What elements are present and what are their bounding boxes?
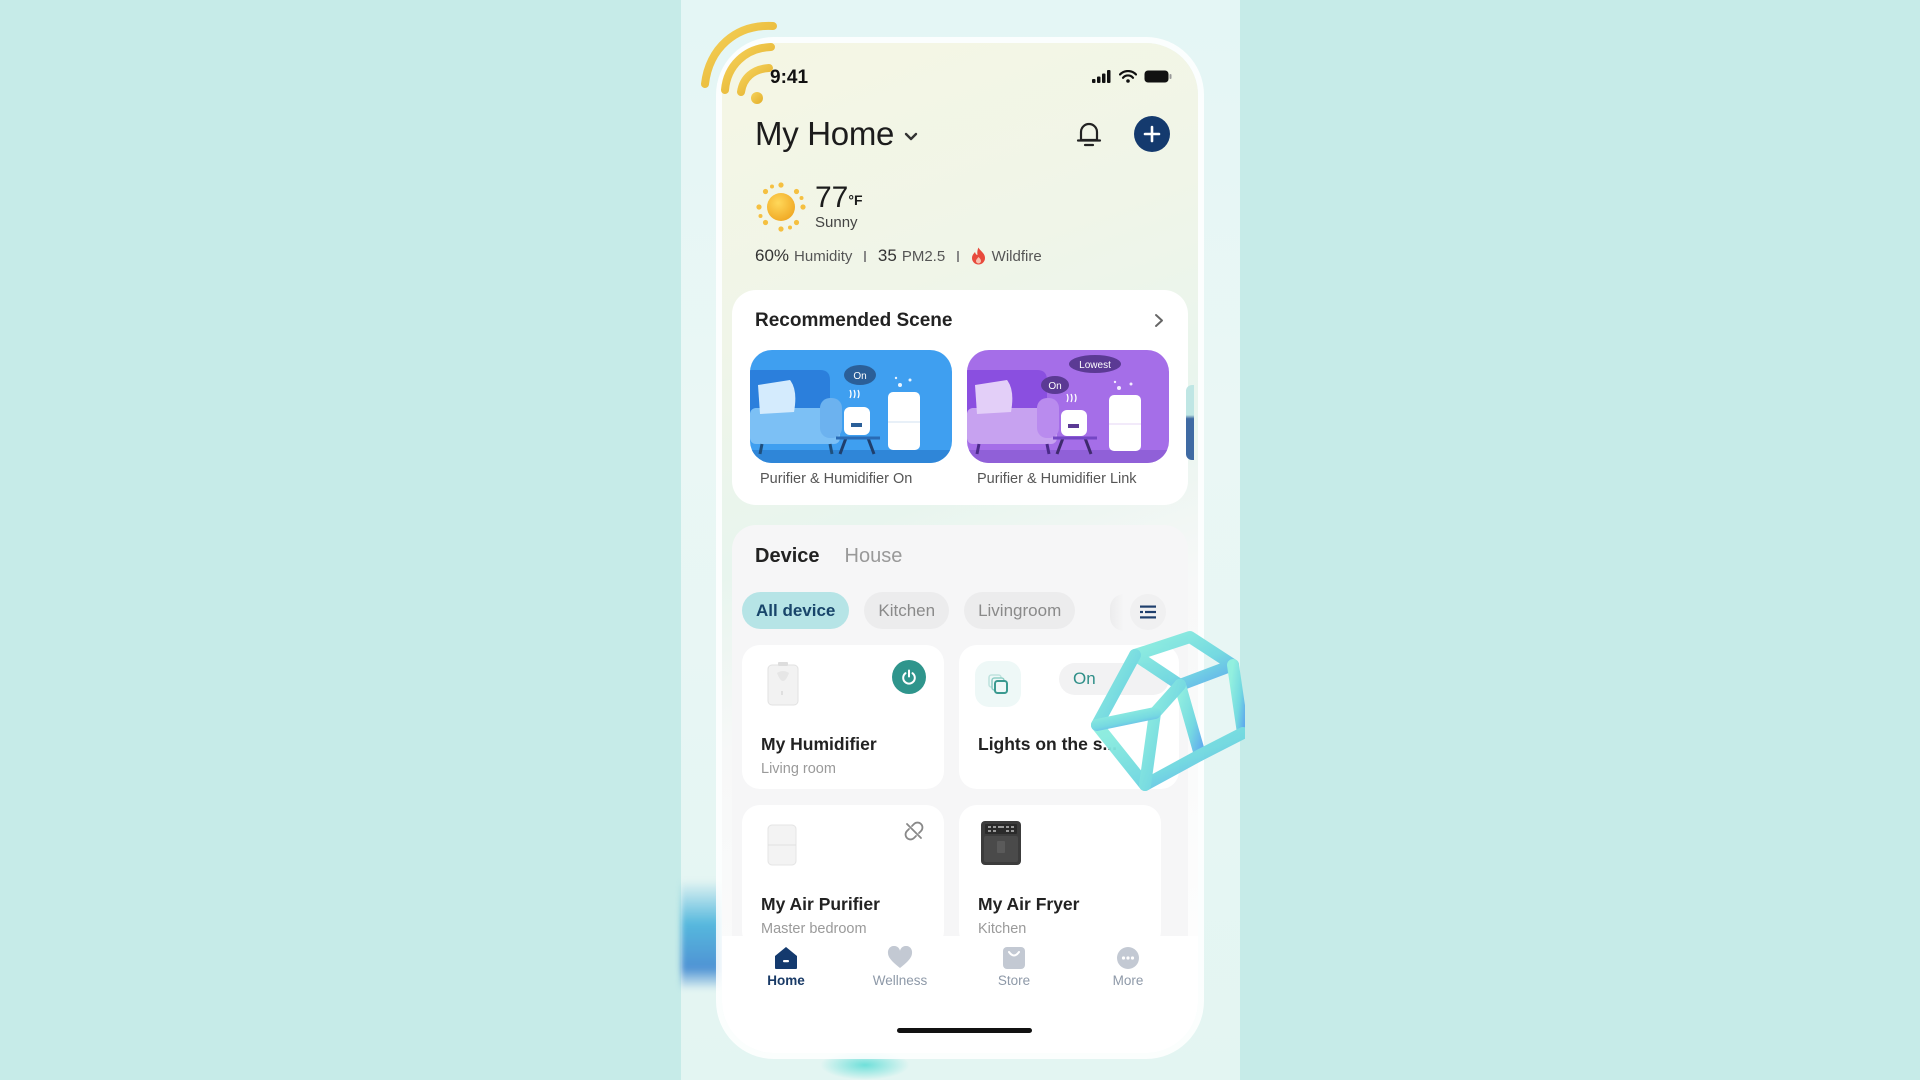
cube-decoration-icon [1091, 631, 1245, 791]
wifi-icon [1119, 70, 1137, 83]
device-name: My Air Purifier [761, 894, 880, 914]
humidity-label: Humidity [794, 247, 853, 265]
temperature-unit: °F [848, 192, 863, 208]
tab-label: Wellness [872, 973, 928, 988]
chip-kitchen[interactable]: Kitchen [864, 592, 950, 629]
svg-text:On: On [1048, 381, 1061, 392]
tab-label: Store [997, 973, 1031, 988]
scene-label: Purifier & Humidifier Link [977, 471, 1137, 487]
weather-widget[interactable]: 77°F Sunny [755, 181, 863, 233]
scene-item-peek[interactable] [1186, 385, 1194, 460]
bottom-tab-bar: Home Wellness Store More [722, 936, 1198, 1053]
device-room: Living room [761, 761, 836, 777]
tab-wellness[interactable]: Wellness [860, 946, 940, 988]
scene-item[interactable]: Lowest On Purifier & Humidifier Link [967, 350, 1169, 487]
shopping-bag-icon [1003, 947, 1025, 969]
cellular-signal-icon [1092, 70, 1111, 83]
tab-more[interactable]: More [1088, 946, 1168, 988]
pm25-label: PM2.5 [901, 247, 946, 265]
divider [864, 250, 866, 262]
chip-all-device[interactable]: All device [742, 592, 850, 629]
device-name: My Humidifier [761, 734, 877, 754]
wifi-decoration-icon [701, 21, 777, 104]
weather-condition: Sunny [815, 214, 858, 231]
phone-screen: 9:41 My Home 77°F Sunny 60% Humidity 35 … [722, 43, 1198, 1053]
offline-link-icon [904, 821, 924, 841]
more-icon [1117, 947, 1139, 969]
home-indicator [897, 1028, 1032, 1033]
battery-icon [1144, 70, 1172, 83]
device-name: My Air Fryer [978, 894, 1080, 914]
power-icon [902, 669, 916, 685]
add-button[interactable] [1134, 116, 1170, 152]
chevron-right-icon[interactable] [1154, 313, 1164, 328]
divider [957, 250, 959, 262]
scene-icon-wrap [975, 661, 1021, 707]
svg-text:On: On [853, 371, 866, 382]
tab-label: Home [767, 973, 805, 988]
humidifier-image [767, 662, 799, 706]
home-icon [775, 947, 797, 969]
scene-item[interactable]: On Purifier & Humidifier On [750, 350, 952, 487]
air-metrics: 60% Humidity 35 PM2.5 Wildfire [755, 246, 1042, 266]
recommended-scene-card: Recommended Scene On Purifier & Humidifi… [732, 290, 1194, 505]
device-tabs: Device House [755, 545, 902, 568]
device-room: Master bedroom [761, 921, 867, 937]
tab-home[interactable]: Home [746, 946, 826, 988]
device-card[interactable]: My Air Fryer Kitchen [959, 805, 1161, 949]
bell-icon [1076, 122, 1102, 147]
scene-label: Purifier & Humidifier On [760, 471, 913, 487]
notifications-button[interactable] [1074, 119, 1104, 149]
device-room: Kitchen [978, 921, 1027, 937]
chevron-down-icon[interactable] [904, 132, 918, 141]
wildfire-label[interactable]: Wildfire [992, 248, 1042, 265]
home-selector-title[interactable]: My Home [755, 115, 894, 153]
recommended-scene-title: Recommended Scene [755, 310, 953, 331]
air-fryer-image [981, 821, 1021, 865]
scene-image-purifier-humidifier-link: Lowest On [967, 350, 1169, 463]
scene-image-purifier-humidifier-on: On [750, 350, 952, 463]
device-card[interactable]: My Air Purifier Master bedroom [742, 805, 944, 949]
tab-store[interactable]: Store [974, 946, 1054, 988]
tab-device[interactable]: Device [755, 545, 820, 568]
tab-house[interactable]: House [845, 545, 903, 568]
svg-text:Lowest: Lowest [1079, 360, 1111, 371]
flame-icon [971, 247, 985, 265]
heart-icon [887, 946, 913, 968]
temperature: 77°F [815, 181, 863, 214]
sun-icon [756, 182, 806, 232]
chip-livingroom[interactable]: Livingroom [964, 592, 1076, 629]
pm25-value: 35 [877, 246, 897, 265]
tab-label: More [1112, 973, 1144, 988]
decorative-blob [681, 880, 721, 990]
plus-icon [1143, 125, 1161, 143]
humidity-value: 60% [755, 246, 790, 265]
decorative-blob [820, 1050, 910, 1080]
air-purifier-image [767, 824, 797, 866]
power-toggle-button[interactable] [892, 660, 926, 694]
room-filter-chips: All device Kitchen Livingroom [742, 592, 1076, 629]
device-card[interactable]: My Humidifier Living room [742, 645, 944, 789]
header: My Home [755, 111, 1170, 157]
scene-copy-icon [988, 674, 1008, 694]
